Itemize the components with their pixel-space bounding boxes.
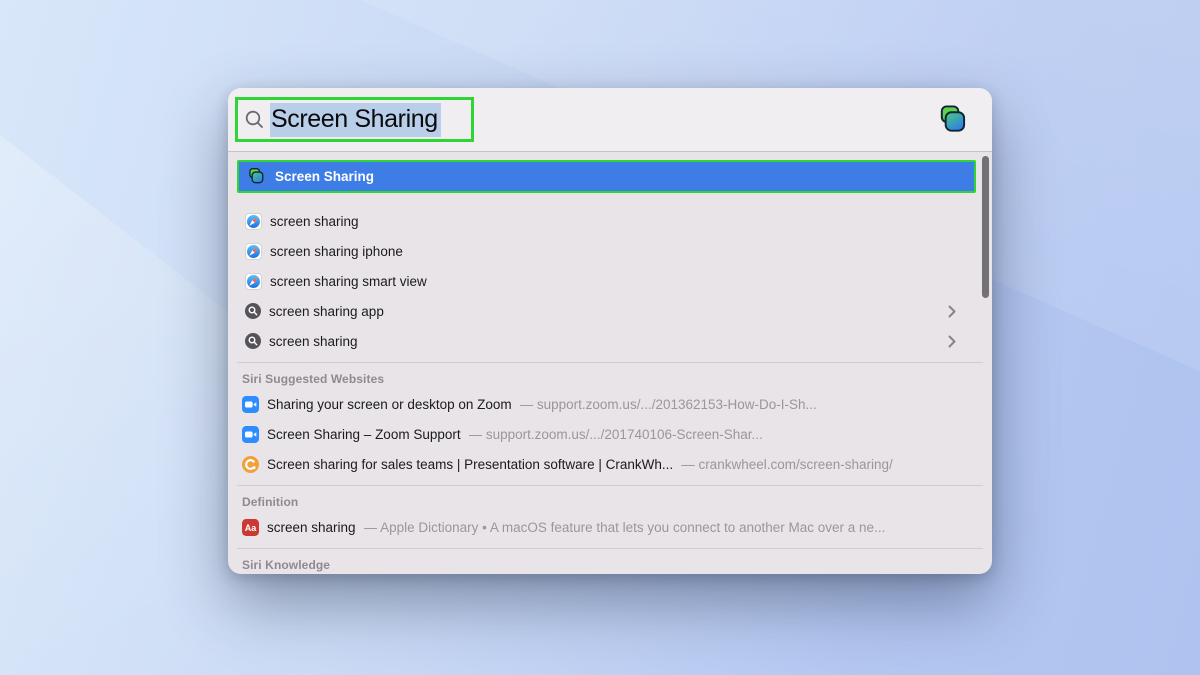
- suggestion-row[interactable]: screen sharing smart view: [228, 266, 992, 296]
- result-top-hit[interactable]: Screen Sharing: [237, 160, 976, 193]
- section-header-siri-suggested-websites: Siri Suggested Websites: [228, 363, 992, 389]
- screen-sharing-app-icon: [246, 167, 265, 186]
- search-icon: [245, 333, 261, 349]
- website-url: — support.zoom.us/.../201362153-How-Do-I…: [520, 397, 817, 412]
- search-suggestions: screen sharing screen sharing iphone: [228, 206, 992, 356]
- safari-icon: [245, 213, 262, 230]
- suggestion-row[interactable]: screen sharing app: [228, 296, 992, 326]
- magnifier-icon: [244, 109, 265, 130]
- suggestion-label: screen sharing: [270, 214, 359, 229]
- website-result-row[interactable]: Screen sharing for sales teams | Present…: [228, 449, 992, 479]
- definition-text: — Apple Dictionary • A macOS feature tha…: [364, 520, 886, 535]
- search-icon: [245, 303, 261, 319]
- website-result-row[interactable]: Screen Sharing – Zoom Support — support.…: [228, 419, 992, 449]
- zoom-icon: [242, 396, 259, 413]
- suggestion-label: screen sharing iphone: [270, 244, 403, 259]
- section-header-definition: Definition: [228, 486, 992, 512]
- website-title: Sharing your screen or desktop on Zoom: [267, 397, 512, 412]
- definition-result-row[interactable]: Aa screen sharing — Apple Dictionary • A…: [228, 512, 992, 542]
- website-title: Screen sharing for sales teams | Present…: [267, 457, 673, 472]
- top-hit-label: Screen Sharing: [275, 169, 374, 184]
- svg-text:Aa: Aa: [245, 523, 257, 533]
- zoom-icon: [242, 426, 259, 443]
- safari-icon: [245, 243, 262, 260]
- search-field-annotation-box: Screen Sharing: [235, 97, 474, 142]
- chevron-right-icon: [948, 305, 956, 318]
- search-input[interactable]: Screen Sharing: [270, 103, 441, 137]
- spotlight-search-bar: Screen Sharing: [228, 88, 992, 152]
- safari-icon: [245, 273, 262, 290]
- suggestion-row[interactable]: screen sharing: [228, 206, 992, 236]
- results-list: Screen Sharing screen sharing: [228, 160, 992, 574]
- screen-sharing-app-icon: [935, 103, 968, 136]
- website-url: — crankwheel.com/screen-sharing/: [681, 457, 893, 472]
- chevron-right-icon: [948, 335, 956, 348]
- spotlight-window: Screen Sharing Screen Sharing: [228, 88, 992, 574]
- suggestion-row[interactable]: screen sharing: [228, 326, 992, 356]
- website-title: Screen Sharing – Zoom Support: [267, 427, 461, 442]
- crankwheel-icon: [242, 456, 259, 473]
- suggestion-label: screen sharing app: [269, 304, 384, 319]
- scrollbar[interactable]: [982, 156, 989, 298]
- section-header-siri-knowledge: Siri Knowledge: [228, 549, 992, 574]
- suggestion-label: screen sharing smart view: [270, 274, 427, 289]
- website-url: — support.zoom.us/.../201740106-Screen-S…: [469, 427, 763, 442]
- suggestion-label: screen sharing: [269, 334, 358, 349]
- suggestion-row[interactable]: screen sharing iphone: [228, 236, 992, 266]
- definition-term: screen sharing: [267, 520, 356, 535]
- dictionary-icon: Aa: [242, 519, 259, 536]
- website-result-row[interactable]: Sharing your screen or desktop on Zoom —…: [228, 389, 992, 419]
